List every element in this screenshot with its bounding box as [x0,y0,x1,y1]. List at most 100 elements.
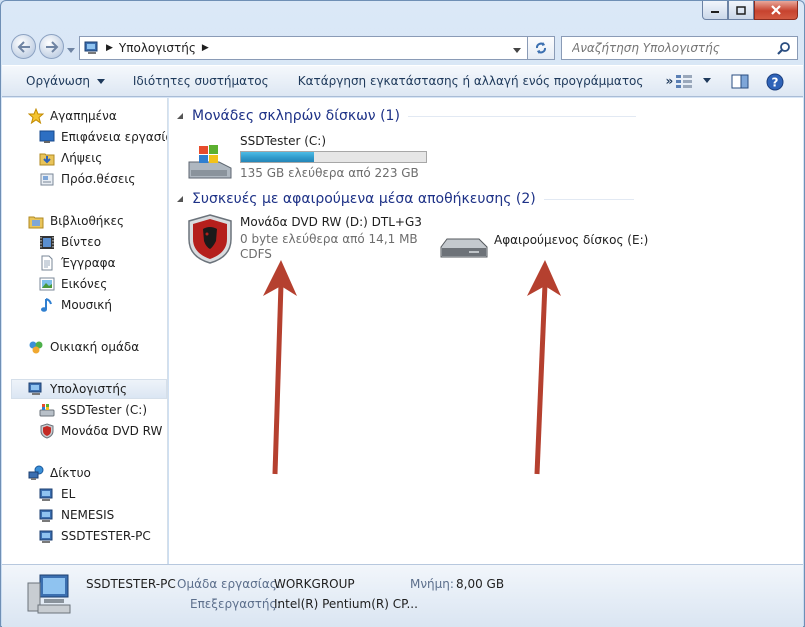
group-title: Συσκευές με αφαιρούμενα μέσα αποθήκευσης… [192,191,536,207]
group-header-hard-disks[interactable]: Μονάδες σκληρών δίσκων (1) [176,108,636,124]
sidebar-network[interactable]: Δίκτυο [28,463,91,483]
sidebar-item-label: Λήψεις [61,151,103,165]
group-header-removable[interactable]: Συσκευές με αφαιρούμενα μέσα αποθήκευσης… [176,191,634,207]
group-title: Μονάδες σκληρών δίσκων (1) [192,108,400,124]
workgroup-value: WORKGROUP [274,577,355,591]
sidebar-item-label: NEMESIS [61,508,115,522]
back-arrow-icon [17,40,30,53]
search-input[interactable] [572,41,772,55]
preview-pane-icon [731,74,749,89]
address-bar[interactable]: ▶ Υπολογιστής ▶ [79,36,528,60]
sidebar-item-label: Εικόνες [61,277,108,291]
search-box[interactable] [561,36,798,60]
sidebar-favorites[interactable]: Αγαπημένα [28,106,117,126]
sidebar-libraries-label: Βιβλιοθήκες [50,214,125,228]
windows-drive-icon [39,402,55,418]
sidebar-libraries[interactable]: Βιβλιοθήκες [28,211,124,231]
sidebar-item-label: Μουσική [61,298,112,312]
drive-name: Μονάδα DVD RW (D:) DTL+G3 [240,215,422,229]
sidebar-item-label: SSDTester (C:) [61,403,148,417]
view-icon [676,75,692,88]
close-button[interactable] [754,1,798,20]
memory-label: Μνήμη: [410,577,454,591]
forward-button[interactable] [39,34,64,59]
drive-tile-ssdtester[interactable]: SSDTester (C:) 135 GB ελεύθερα από 223 G… [185,134,445,184]
sidebar-homegroup-label: Οικιακή ομάδα [50,340,140,354]
command-bar: Οργάνωση Ιδιότητες συστήματος Κατάργηση … [2,65,803,97]
libraries-icon [28,213,44,229]
sidebar-item-dvd[interactable]: Μονάδα DVD RW (D [39,421,167,441]
kingston-drive-icon [185,213,235,268]
group-divider [407,115,636,117]
breadcrumb-computer[interactable]: Υπολογιστής [119,41,196,55]
removable-disk-icon [439,231,489,264]
pictures-icon [39,276,55,292]
address-dropdown-icon[interactable] [513,43,521,57]
organize-button[interactable]: Οργάνωση [16,74,115,88]
maximize-button[interactable] [728,1,754,20]
sidebar-item-label: Επιφάνεια εργασίας [61,130,167,144]
system-properties-button[interactable]: Ιδιότητες συστήματος [123,74,279,88]
sidebar-item-videos[interactable]: Βίντεο [39,232,101,252]
sidebar-item-network-nemesis[interactable]: NEMESIS [39,505,114,525]
minimize-button[interactable] [702,1,728,20]
svg-text:?: ? [772,76,779,90]
sidebar-item-label: Έγγραφα [61,256,116,270]
star-icon [28,108,44,124]
sidebar-network-label: Δίκτυο [50,466,91,480]
documents-icon [39,255,55,271]
sidebar-item-pictures[interactable]: Εικόνες [39,274,107,294]
drive-name: Αφαιρούμενος δίσκος (E:) [494,233,649,247]
computer-name: SSDTESTER-PC [86,577,176,591]
breadcrumb-chevron-icon[interactable]: ▶ [202,43,209,53]
video-icon [39,234,55,250]
details-pane: SSDTESTER-PC Ομάδα εργασίας: WORKGROUP Μ… [2,564,803,627]
sidebar-item-label: EL [61,487,76,501]
forward-arrow-icon [45,40,58,53]
drive-name: SSDTester (C:) [240,134,327,148]
network-icon [28,465,44,481]
sidebar-item-desktop[interactable]: Επιφάνεια εργασίας [39,127,167,147]
workgroup-label: Ομάδα εργασίας: [177,577,281,591]
drive-capacity-fill [241,152,315,162]
sidebar-item-recent-places[interactable]: Πρόσ.θέσεις [39,169,135,189]
uninstall-program-button[interactable]: Κατάργηση εγκατάστασης ή αλλαγή ενός προ… [288,74,654,88]
memory-value: 8,00 GB [456,577,505,591]
help-button[interactable]: ? [766,73,784,94]
sidebar-item-ssdtester[interactable]: SSDTester (C:) [39,400,147,420]
navigation-pane: Αγαπημένα Επιφάνεια εργασίας Λήψεις Πρόσ… [2,98,168,564]
refresh-button[interactable] [528,36,555,60]
sidebar-item-documents[interactable]: Έγγραφα [39,253,116,273]
back-button[interactable] [11,34,36,59]
breadcrumb-separator-icon: ▶ [106,43,113,53]
sidebar-favorites-label: Αγαπημένα [50,109,117,123]
sidebar-item-label: Πρόσ.θέσεις [61,172,136,186]
minimize-icon [711,11,719,13]
sidebar-computer[interactable]: Υπολογιστής [11,379,167,399]
preview-pane-button[interactable] [731,74,749,92]
network-computer-icon [39,507,55,523]
processor-label: Επεξεργαστής: [190,597,281,611]
drive-free-space: 0 byte ελεύθερα από 14,1 MB [240,232,418,246]
sidebar-item-label: Βίντεο [61,235,102,249]
sidebar-item-music[interactable]: Μουσική [39,295,112,315]
network-computer-icon [39,528,55,544]
homegroup-icon [28,339,44,355]
sidebar-homegroup[interactable]: Οικιακή ομάδα [28,337,139,357]
recent-pages-chevron-icon[interactable] [67,43,75,57]
explorer-window: ▶ Υπολογιστής ▶ Οργάνωση Ιδιότητες συστή… [0,0,805,627]
desktop-icon [39,129,55,145]
sidebar-item-network-ssdtester-pc[interactable]: SSDTESTER-PC [39,526,151,546]
sidebar-item-label: Μονάδα DVD RW (D [61,424,167,438]
change-view-button[interactable] [675,74,711,88]
processor-value: Intel(R) Pentium(R) CP... [274,597,418,611]
sidebar-item-downloads[interactable]: Λήψεις [39,148,102,168]
downloads-folder-icon [39,150,55,166]
sidebar-item-network-el[interactable]: EL [39,484,75,504]
help-icon: ? [766,73,784,91]
collapse-chevron-icon [177,196,183,202]
drive-capacity-bar [240,151,427,163]
refresh-icon [536,42,546,54]
search-icon[interactable] [777,41,791,58]
recent-places-icon [39,171,55,187]
